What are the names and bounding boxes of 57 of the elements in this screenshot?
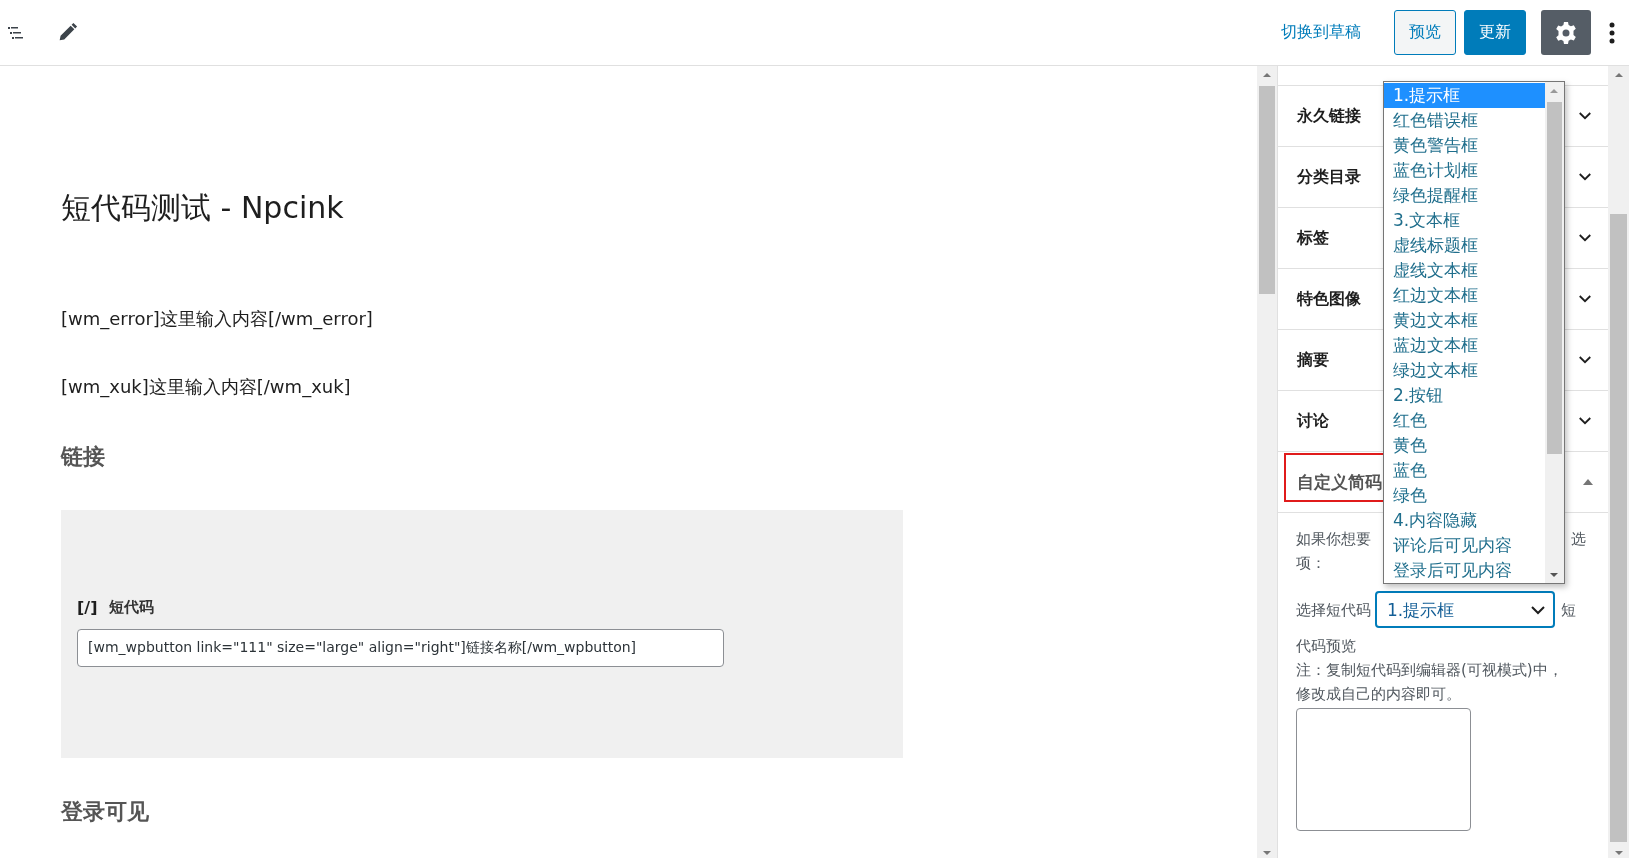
settings-button[interactable] (1541, 10, 1591, 55)
shortcode-input[interactable]: [wm_wpbutton link="111" size="large" align="right"]链接名称[/wm_wpbutton] (77, 629, 724, 668)
chevron-down-icon (1531, 604, 1545, 615)
hint-text: 选 (1571, 529, 1586, 550)
paragraph-block[interactable]: [wm_xuk]这里输入内容[/wm_xuk] (61, 375, 1257, 399)
heading-block[interactable]: 登录可见 (61, 799, 1257, 826)
shortcode-icon: [/] (77, 598, 98, 618)
note-text: 注：复制短代码到编辑器(可视模式)中， (1296, 660, 1564, 681)
dropdown-option[interactable]: 红边文本框 (1384, 283, 1545, 308)
dropdown-option[interactable]: 绿边文本框 (1384, 358, 1545, 383)
dropdown-option[interactable]: 蓝色计划框 (1384, 158, 1545, 183)
dropdown-option[interactable]: 绿色提醒框 (1384, 183, 1545, 208)
preview-button[interactable]: 预览 (1394, 10, 1456, 55)
dropdown-option[interactable]: 红色 (1384, 408, 1545, 433)
scroll-up-icon[interactable] (1550, 88, 1558, 94)
preview-label: 代码预览 (1296, 636, 1357, 657)
dropdown-option[interactable]: 3.文本框 (1384, 208, 1545, 233)
update-button[interactable]: 更新 (1464, 10, 1526, 55)
scrollbar-thumb[interactable] (1547, 102, 1562, 454)
dropdown-option[interactable]: 1.提示框 (1384, 83, 1545, 108)
scroll-down-icon[interactable] (1263, 850, 1271, 856)
switch-to-draft-link[interactable]: 切换到草稿 (1281, 22, 1361, 43)
paragraph-block[interactable]: [wm_error]这里输入内容[/wm_error] (61, 307, 1257, 331)
note-text: 修改成自己的内容即可。 (1296, 684, 1462, 705)
dropdown-option[interactable]: 登录后可见内容 (1384, 558, 1545, 583)
scrollbar[interactable] (1545, 82, 1564, 583)
dropdown-option[interactable]: 2.按钮 (1384, 383, 1545, 408)
select-label: 选择短代码 (1296, 599, 1371, 621)
settings-icon (1554, 20, 1578, 45)
heading-block[interactable]: 链接 (61, 443, 1257, 471)
block-label: 短代码 (109, 598, 155, 618)
dropdown-option[interactable]: 蓝色 (1384, 458, 1545, 483)
dropdown-option[interactable]: 4.内容隐藏 (1384, 508, 1545, 533)
dropdown-option[interactable]: 红色错误框 (1384, 108, 1545, 133)
post-title[interactable]: 短代码测试 - Npcink (61, 190, 1257, 226)
shortcode-block[interactable]: [/] 短代码 [wm_wpbutton link="111" size="large" align="right"]链接名称[/wm_wpbutton] (61, 510, 903, 759)
dropdown-option[interactable]: 虚线标题框 (1384, 233, 1545, 258)
dropdown-option[interactable]: 黄色 (1384, 433, 1545, 458)
dropdown-option[interactable]: 评论后可见内容 (1384, 533, 1545, 558)
scrollbar-thumb[interactable] (1259, 86, 1275, 294)
dropdown-option[interactable]: 绿色 (1384, 483, 1545, 508)
dropdown-option[interactable]: 黄色警告框 (1384, 133, 1545, 158)
hint-text: 项： (1296, 553, 1326, 574)
dropdown-option[interactable]: 虚线文本框 (1384, 258, 1545, 283)
shortcode-select[interactable]: 1.提示框 (1375, 591, 1555, 628)
more-options-icon[interactable] (1609, 21, 1615, 44)
list-outline-icon[interactable] (8, 24, 26, 41)
code-preview-textarea[interactable] (1296, 708, 1471, 831)
hint-text: 如果你想要 (1296, 529, 1371, 550)
scroll-down-icon[interactable] (1614, 850, 1623, 856)
dropdown-option[interactable]: 黄边文本框 (1384, 308, 1545, 333)
scroll-up-icon[interactable] (1263, 72, 1271, 78)
scroll-up-icon[interactable] (1614, 72, 1623, 78)
scroll-down-icon[interactable] (1550, 572, 1558, 578)
scrollbar-thumb[interactable] (1610, 214, 1627, 842)
label-text: 短 (1561, 599, 1576, 621)
dropdown-option[interactable]: 蓝边文本框 (1384, 333, 1545, 358)
